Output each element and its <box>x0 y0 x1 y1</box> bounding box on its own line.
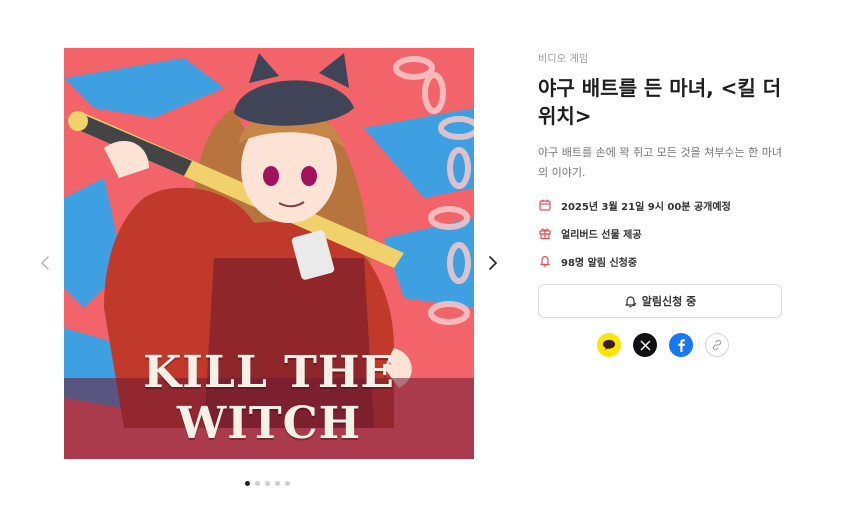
release-date-row: 2025년 3월 21일 9시 00분 공개예정 <box>538 198 782 213</box>
product-artwork: KILL THE WITCH <box>64 48 474 459</box>
link-icon <box>712 339 722 351</box>
subscriber-row: 98명 알림 신청중 <box>538 254 782 269</box>
notification-button-label: 알림신청 중 <box>641 295 697 308</box>
subscriber-text: 98명 알림 신청중 <box>561 257 638 269</box>
carousel-pagination <box>245 481 290 486</box>
kakaotalk-icon <box>603 339 615 350</box>
product-description: 야구 배트를 손에 꽉 쥐고 모든 것을 쳐부수는 한 마녀의 이야기. <box>538 146 782 179</box>
carousel-dot[interactable] <box>275 481 280 486</box>
gift-row: 얼리버드 선물 제공 <box>538 226 782 241</box>
carousel-next-button[interactable] <box>486 254 500 272</box>
x-icon <box>639 339 651 351</box>
share-facebook-button[interactable] <box>669 333 693 357</box>
product-info: 비디오 게임 야구 배트를 든 마녀, <킬 더 위치> 야구 배트를 손에 꽉… <box>538 50 782 282</box>
bell-check-icon <box>624 295 637 308</box>
carousel-dot[interactable] <box>265 481 270 486</box>
share-buttons <box>597 333 729 357</box>
chevron-left-icon <box>41 256 49 270</box>
share-kakaotalk-button[interactable] <box>597 333 621 357</box>
calendar-icon <box>538 198 552 212</box>
product-meta: 2025년 3월 21일 9시 00분 공개예정 얼리버드 선물 제공 98명 … <box>538 198 782 269</box>
chevron-right-icon <box>489 256 497 270</box>
carousel-dot[interactable] <box>255 481 260 486</box>
carousel-dot[interactable] <box>285 481 290 486</box>
gift-text: 얼리버드 선물 제공 <box>561 229 642 241</box>
product-title: 야구 배트를 든 마녀, <킬 더 위치> <box>538 76 782 128</box>
copy-link-button[interactable] <box>705 333 729 357</box>
product-category: 비디오 게임 <box>538 54 589 65</box>
release-date-text: 2025년 3월 21일 9시 00분 공개예정 <box>561 201 731 213</box>
notification-subscribe-button[interactable]: 알림신청 중 <box>538 284 782 318</box>
artwork-title-text: KILL THE WITCH <box>143 347 395 449</box>
facebook-icon <box>678 339 685 352</box>
carousel-prev-button[interactable] <box>38 254 52 272</box>
share-x-button[interactable] <box>633 333 657 357</box>
gift-icon <box>538 226 552 240</box>
bell-icon <box>538 254 552 268</box>
carousel-dot[interactable] <box>245 481 250 486</box>
